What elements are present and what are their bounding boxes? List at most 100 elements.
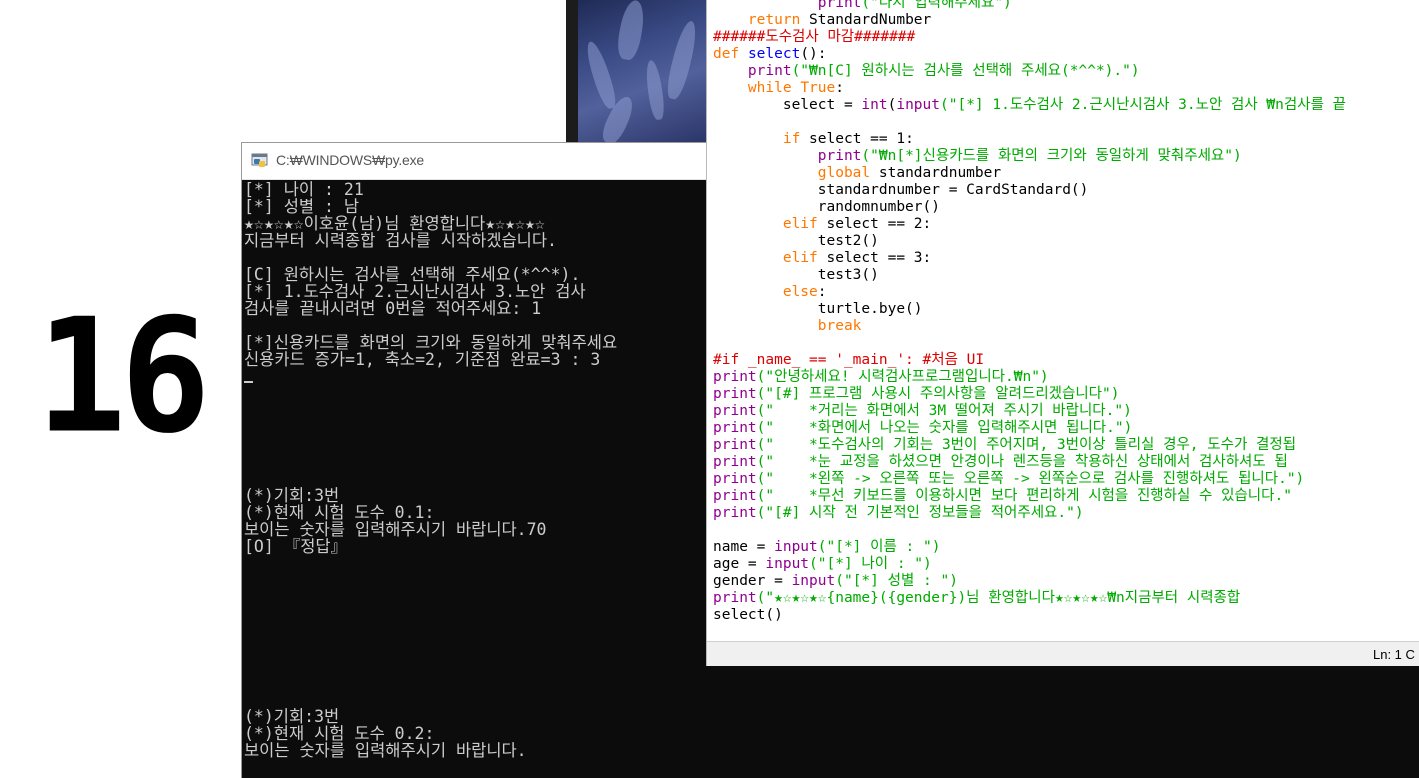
- code-token: select == 3:: [817, 250, 932, 266]
- code-line: select(): [713, 607, 1419, 624]
- console-titlebar[interactable]: C:₩WINDOWS₩py.exe: [242, 143, 720, 180]
- code-token: standardnumber = CardStandard(): [713, 182, 1089, 198]
- code-token: input: [791, 573, 836, 589]
- code-token: select(): [713, 607, 783, 623]
- code-line: if select == 1:: [713, 131, 1419, 148]
- code-token: ("안녕하세요! 시력검사프로그램입니다.₩n"): [756, 369, 1049, 385]
- code-token: ("[#] 시작 전 기본적인 정보들을 적어주세요."): [756, 505, 1084, 521]
- code-line: standardnumber = CardStandard(): [713, 182, 1419, 199]
- code-token: age =: [713, 556, 766, 572]
- desktop-wallpaper: [578, 0, 708, 142]
- code-line: elif select == 3:: [713, 250, 1419, 267]
- code-line: while True:: [713, 80, 1419, 97]
- vision-test-number-text: 16: [36, 285, 211, 469]
- code-token: (" *화면에서 나오는 숫자를 입력해주시면 됩니다."): [756, 420, 1133, 436]
- console-line: (*)기회:3번: [244, 707, 340, 726]
- code-line: elif select == 2:: [713, 216, 1419, 233]
- console-line: 보이는 숫자를 입력해주시기 바랍니다.: [244, 741, 527, 760]
- console-window[interactable]: C:₩WINDOWS₩py.exe [*] 나이 : 21 [*] 성별 : 남 ★…: [241, 142, 721, 778]
- code-token: break: [817, 318, 862, 334]
- code-token: elif: [782, 250, 818, 266]
- console-background-area: [706, 666, 1419, 778]
- code-line: print(" *무선 키보드를 이용하시면 보다 편리하게 시험을 진행하실 …: [713, 488, 1419, 505]
- console-line: [C] 원하시는 검사를 선택해 주세요(*^^*).: [244, 265, 581, 284]
- console-output[interactable]: [*] 나이 : 21 [*] 성별 : 남 ★☆★☆★☆이호윤(남)님 환영합니다…: [244, 181, 720, 778]
- code-token: #if _name_ == '_main_': #처음 UI: [713, 352, 985, 368]
- console-line: [*]신용카드를 화면의 크기와 동일하게 맞춰주세요: [244, 333, 618, 352]
- code-token: StandardNumber: [800, 12, 932, 28]
- code-token: print: [713, 505, 757, 521]
- code-token: ("[*] 성별 : "): [835, 573, 958, 589]
- code-line: test3(): [713, 267, 1419, 284]
- code-line: #if _name_ == '_main_': #처음 UI: [713, 352, 1419, 369]
- editor-window[interactable]: print("다시 입력해주세요") return StandardNumber…: [706, 0, 1419, 666]
- code-token: print: [817, 0, 862, 11]
- code-token: print: [713, 403, 757, 419]
- code-token: print: [713, 454, 757, 470]
- code-token: print: [817, 148, 862, 164]
- code-line: print("₩n[C] 원하시는 검사를 선택해 주세요(*^^*)."): [713, 63, 1419, 80]
- code-token: (" *눈 교정을 하셨으면 안경이나 렌즈등을 착용하신 상태에서 검사하셔도…: [756, 454, 1288, 470]
- console-line: [O] 『정답』: [244, 537, 348, 556]
- code-line: gender = input("[*] 성별 : "): [713, 573, 1419, 590]
- code-token: :: [817, 284, 827, 300]
- code-line: randomnumber(): [713, 199, 1419, 216]
- code-token: select == 2:: [817, 216, 932, 232]
- code-token: select: [747, 46, 801, 62]
- code-token: ("₩n[C] 원하시는 검사를 선택해 주세요(*^^*)."): [791, 63, 1140, 79]
- code-token: ("₩n[*]신용카드를 화면의 크기와 동일하게 맞춰주세요"): [861, 148, 1242, 164]
- code-line: else:: [713, 284, 1419, 301]
- code-token: input: [774, 539, 818, 555]
- code-token: return: [747, 12, 801, 28]
- code-line: turtle.bye(): [713, 301, 1419, 318]
- code-token: test3(): [713, 267, 879, 283]
- code-token: elif: [782, 216, 818, 232]
- code-token: ("★☆★☆★☆{name}({gender})님 환영합니다★☆★☆★☆₩n지…: [756, 590, 1241, 606]
- code-line: print("₩n[*]신용카드를 화면의 크기와 동일하게 맞춰주세요"): [713, 148, 1419, 165]
- code-area[interactable]: print("다시 입력해주세요") return StandardNumber…: [713, 0, 1419, 633]
- code-token: randomnumber(): [713, 199, 940, 215]
- code-line: print("★☆★☆★☆{name}({gender})님 환영합니다★☆★☆…: [713, 590, 1419, 607]
- console-line: 지금부터 시력종합 검사를 시작하겠습니다.: [244, 231, 557, 250]
- code-token: print: [713, 369, 757, 385]
- code-token: ("[*] 나이 : "): [809, 556, 932, 572]
- code-token: input: [896, 97, 940, 113]
- code-line: ######도수검사 마감#######: [713, 29, 1419, 46]
- code-token: if: [782, 131, 801, 147]
- code-token: print: [713, 471, 757, 487]
- console-line: [244, 368, 720, 385]
- code-line: print("안녕하세요! 시력검사프로그램입니다.₩n"): [713, 369, 1419, 386]
- code-token: select == 1:: [800, 131, 914, 147]
- code-token: print: [713, 488, 757, 504]
- code-token: :: [835, 80, 844, 96]
- code-token: ():: [800, 46, 827, 62]
- code-line: print("[#] 프로그램 사용시 주의사항을 알려드리겠습니다"): [713, 386, 1419, 403]
- code-token: (" *도수검사의 기회는 3번이 주어지며, 3번이상 틀리실 경우, 도수가…: [756, 437, 1297, 453]
- code-token: print: [713, 590, 757, 606]
- code-token: ("[#] 프로그램 사용시 주의사항을 알려드리겠습니다"): [756, 386, 1120, 402]
- cursor-position: Ln: 1 C: [1373, 647, 1415, 662]
- console-line: (*)현재 시험 도수 0.1:: [244, 503, 435, 522]
- code-line: print("다시 입력해주세요"): [713, 0, 1419, 12]
- code-token: ("다시 입력해주세요"): [861, 0, 1012, 11]
- code-token: ######도수검사 마감#######: [713, 29, 916, 45]
- code-token: input: [765, 556, 810, 572]
